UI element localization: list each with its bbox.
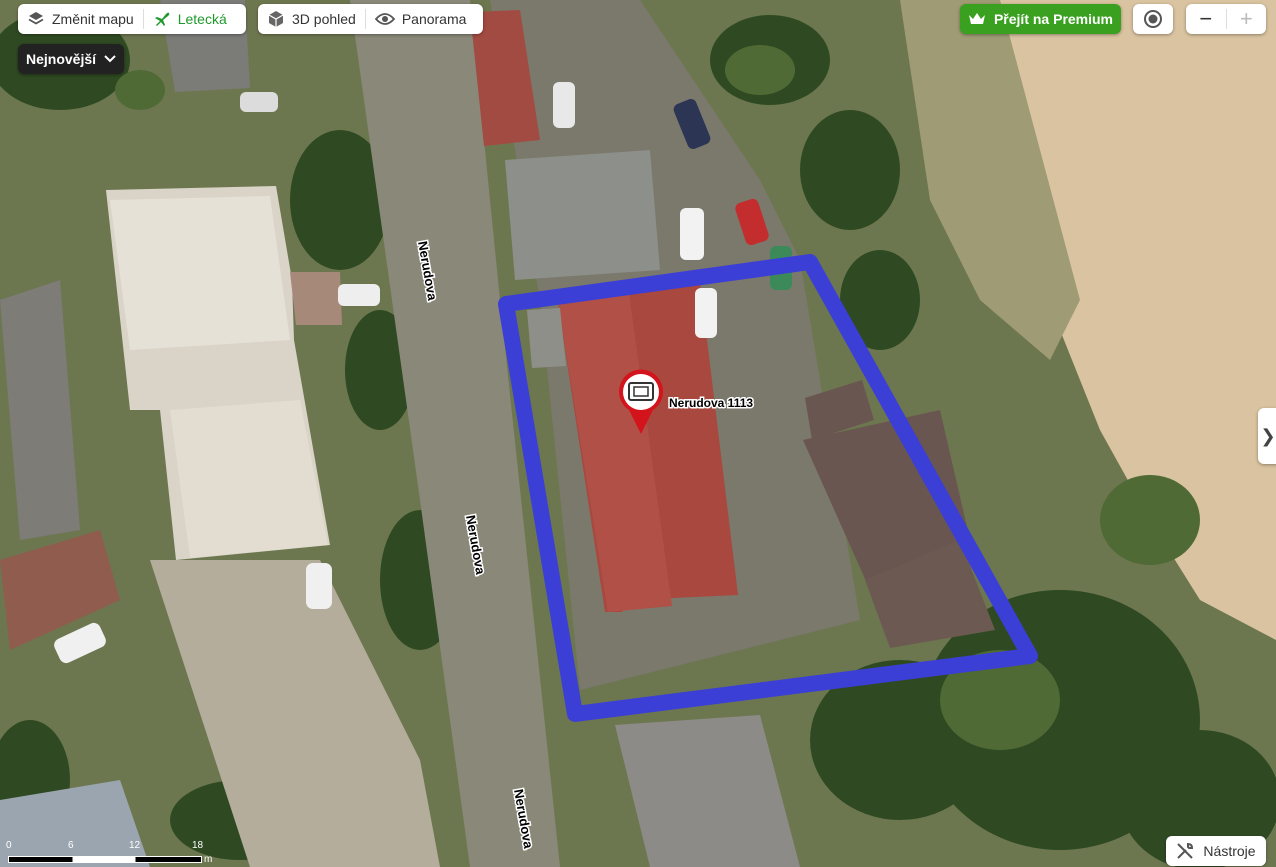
view-3d-button[interactable]: 3D pohled bbox=[258, 4, 365, 34]
dropdown-label: Nejnovější bbox=[26, 51, 97, 67]
scale-bar-line bbox=[8, 856, 202, 863]
zoom-control: − + bbox=[1186, 4, 1266, 34]
aerial-map[interactable]: Nerudova Nerudova Nerudova Nerudova 1113 bbox=[0, 0, 1276, 867]
side-panel-toggle[interactable]: ❯ bbox=[1258, 408, 1276, 464]
panorama-label: Panorama bbox=[401, 11, 467, 27]
location-target-icon bbox=[1144, 10, 1162, 28]
tools-button[interactable]: Nástroje bbox=[1166, 836, 1266, 866]
aerial-label: Letecká bbox=[177, 11, 227, 27]
scale-unit: m bbox=[204, 854, 213, 865]
scale-tick: 18 bbox=[192, 840, 204, 851]
view-3d-label: 3D pohled bbox=[292, 11, 356, 27]
scale-bar: 0 6 12 18 m bbox=[4, 840, 214, 867]
scale-tick: 12 bbox=[129, 840, 141, 851]
map-type-toolbar: Změnit mapu Letecká bbox=[18, 4, 246, 34]
change-map-label: Změnit mapu bbox=[52, 11, 134, 27]
scale-tick: 0 bbox=[6, 840, 12, 851]
change-map-button[interactable]: Změnit mapu bbox=[18, 4, 143, 34]
zoom-in-button[interactable]: + bbox=[1227, 4, 1267, 34]
view-toolbar: 3D pohled Panorama bbox=[258, 4, 483, 34]
panorama-button[interactable]: Panorama bbox=[366, 4, 476, 34]
airplane-icon bbox=[154, 12, 170, 26]
imagery-year-dropdown[interactable]: Nejnovější bbox=[18, 44, 125, 74]
premium-button[interactable]: Přejít na Premium bbox=[960, 4, 1121, 34]
cube-icon bbox=[268, 11, 284, 27]
crown-icon bbox=[968, 13, 985, 24]
scale-tick: 6 bbox=[68, 840, 74, 851]
chevron-down-icon bbox=[104, 55, 116, 63]
aerial-button[interactable]: Letecká bbox=[144, 4, 236, 34]
eye-icon bbox=[374, 13, 395, 25]
locate-button[interactable] bbox=[1133, 4, 1173, 34]
zoom-out-button[interactable]: − bbox=[1186, 4, 1226, 34]
layers-icon bbox=[28, 12, 44, 25]
tools-icon bbox=[1177, 842, 1194, 859]
tools-label: Nástroje bbox=[1203, 843, 1256, 859]
premium-label: Přejít na Premium bbox=[993, 11, 1114, 27]
marker-label: Nerudova 1113 bbox=[669, 396, 753, 410]
